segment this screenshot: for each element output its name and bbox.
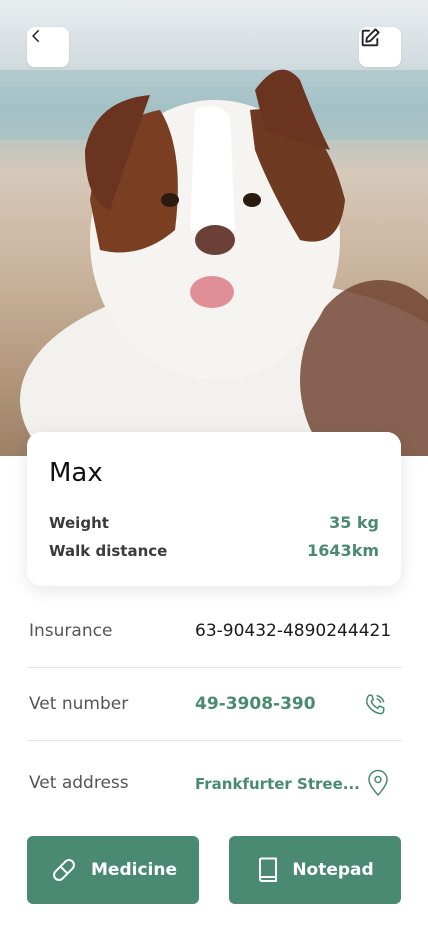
pet-photo xyxy=(0,0,428,456)
weight-label: Weight xyxy=(49,514,109,532)
vet-address-label: Vet address xyxy=(29,773,129,793)
back-button[interactable] xyxy=(27,27,69,67)
vet-number-value[interactable]: 49-3908-390 xyxy=(195,694,316,714)
pet-name: Max xyxy=(49,458,103,488)
vet-number-label: Vet number xyxy=(29,694,129,714)
divider xyxy=(27,740,402,741)
vet-location-button[interactable] xyxy=(364,769,392,797)
notepad-button[interactable]: Notepad xyxy=(229,836,401,904)
vet-address-value[interactable]: Frankfurter Stree... xyxy=(195,775,360,793)
medicine-label: Medicine xyxy=(91,860,177,880)
phone-icon xyxy=(366,694,385,715)
divider xyxy=(27,667,402,668)
location-pin-icon xyxy=(368,769,388,796)
medicine-button[interactable]: Medicine xyxy=(27,836,199,904)
edit-button[interactable] xyxy=(359,27,401,67)
notepad-label: Notepad xyxy=(292,860,374,880)
dog-illustration xyxy=(0,69,428,456)
edit-icon xyxy=(361,28,380,47)
chevron-left-icon xyxy=(32,30,39,42)
book-icon xyxy=(259,857,278,882)
weight-value: 35 kg xyxy=(329,513,379,532)
walk-distance-label: Walk distance xyxy=(49,542,168,560)
insurance-value: 63-90432-4890244421 xyxy=(195,621,392,641)
call-vet-button[interactable] xyxy=(361,691,389,719)
pill-icon xyxy=(53,859,75,881)
pet-info-card: Max Weight 35 kg Walk distance 1643km xyxy=(27,432,401,586)
walk-distance-value: 1643km xyxy=(307,541,379,560)
insurance-label: Insurance xyxy=(29,621,113,641)
